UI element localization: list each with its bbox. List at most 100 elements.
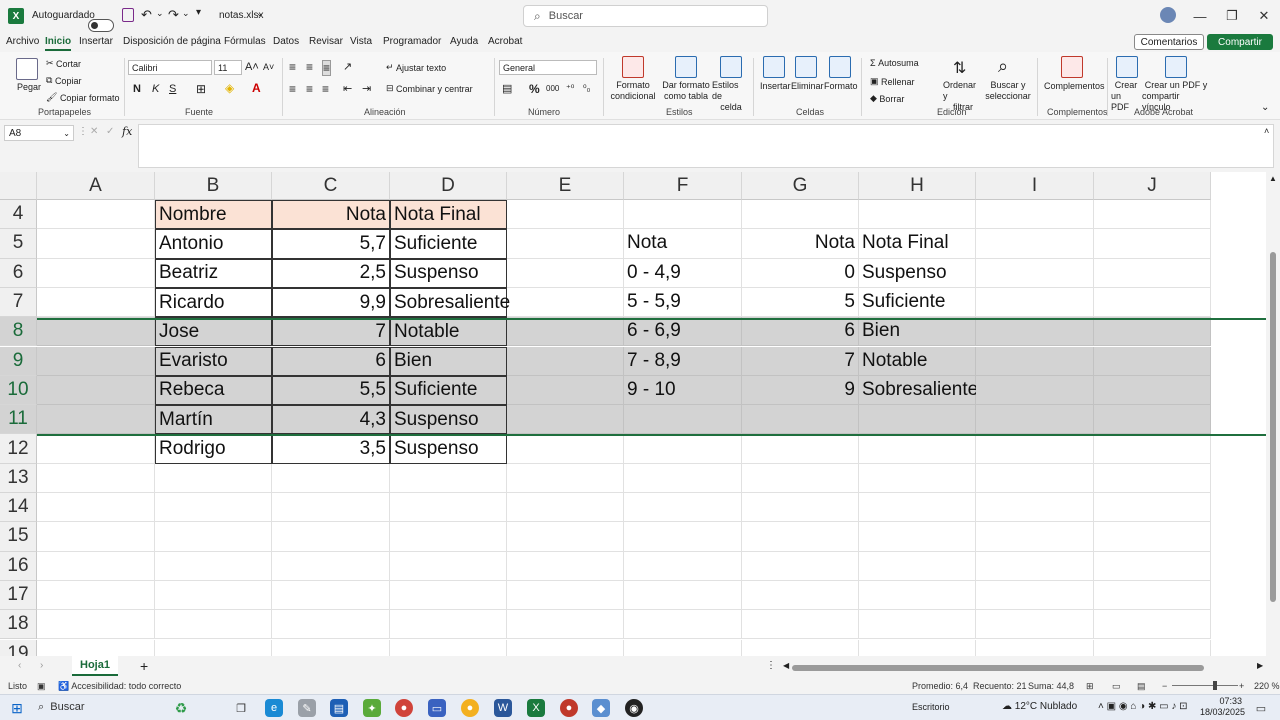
column-header-b[interactable]: B bbox=[155, 172, 272, 200]
cell-a14[interactable] bbox=[37, 493, 155, 523]
cell-b17[interactable] bbox=[155, 580, 272, 611]
cell-styles-icon[interactable] bbox=[720, 56, 742, 78]
format-as-table-icon[interactable] bbox=[675, 56, 697, 78]
clear-button[interactable]: ◆ Borrar bbox=[870, 93, 904, 104]
thousands-button[interactable]: 000 bbox=[546, 84, 559, 93]
cell-j12[interactable] bbox=[1094, 434, 1211, 464]
zoom-slider[interactable] bbox=[1172, 685, 1238, 686]
cell-i13[interactable] bbox=[976, 463, 1094, 493]
cell-b11[interactable]: Martín bbox=[155, 405, 272, 435]
cell-b16[interactable] bbox=[155, 551, 272, 581]
cell-b13[interactable] bbox=[155, 463, 272, 493]
cell-d16[interactable] bbox=[390, 551, 507, 581]
share-button[interactable]: Compartir bbox=[1207, 34, 1273, 50]
increase-decimal-icon[interactable]: ⁺⁰ bbox=[566, 83, 574, 94]
format-cells-icon[interactable] bbox=[829, 56, 851, 78]
row-header-4[interactable]: 4 bbox=[0, 200, 37, 230]
cell-c11[interactable]: 4,3 bbox=[272, 405, 390, 435]
cell-f4[interactable] bbox=[624, 200, 742, 230]
cell-b4[interactable]: Nombre bbox=[155, 200, 272, 230]
app-icon-3[interactable]: ▭ bbox=[428, 699, 446, 717]
recycle-icon[interactable]: ♻ bbox=[172, 699, 190, 717]
task-view-icon[interactable]: ❐ bbox=[232, 699, 250, 717]
zoom-slider-thumb[interactable] bbox=[1213, 681, 1217, 690]
save-icon[interactable] bbox=[122, 8, 134, 22]
cell-f6[interactable]: 0 - 4,9 bbox=[624, 258, 742, 288]
row-header-17[interactable]: 17 bbox=[0, 580, 37, 611]
cell-b9[interactable]: Evaristo bbox=[155, 346, 272, 376]
cell-a11[interactable] bbox=[37, 405, 155, 435]
cell-c14[interactable] bbox=[272, 493, 390, 523]
cell-g5[interactable]: Nota bbox=[742, 229, 859, 259]
app-icon-2[interactable]: ✦ bbox=[363, 699, 381, 717]
cell-h14[interactable] bbox=[859, 493, 976, 523]
word-icon[interactable]: W bbox=[494, 699, 512, 717]
formula-input[interactable] bbox=[138, 124, 1274, 168]
cell-j10[interactable] bbox=[1094, 375, 1211, 406]
cell-g9[interactable]: 7 bbox=[742, 346, 859, 376]
cell-h6[interactable]: Suspenso bbox=[859, 258, 976, 288]
delete-cells-icon[interactable] bbox=[795, 56, 817, 78]
cell-a19[interactable] bbox=[37, 639, 155, 656]
page-layout-icon[interactable]: ▭ bbox=[1112, 681, 1121, 692]
cell-c5[interactable]: 5,7 bbox=[272, 229, 390, 259]
row-header-7[interactable]: 7 bbox=[0, 287, 37, 318]
cell-e6[interactable] bbox=[507, 258, 624, 288]
chrome-icon-2[interactable]: ● bbox=[560, 699, 578, 717]
cell-g11[interactable] bbox=[742, 405, 859, 435]
cell-b5[interactable]: Antonio bbox=[155, 229, 272, 259]
find-icon[interactable]: ⌕ bbox=[998, 56, 1008, 77]
cell-e12[interactable] bbox=[507, 434, 624, 464]
cell-c10[interactable]: 5,5 bbox=[272, 375, 390, 406]
cell-c15[interactable] bbox=[272, 522, 390, 552]
cell-c6[interactable]: 2,5 bbox=[272, 258, 390, 288]
align-right-icon[interactable]: ≡ bbox=[322, 82, 329, 96]
insert-cells-icon[interactable] bbox=[763, 56, 785, 78]
cell-f5[interactable]: Nota bbox=[624, 229, 742, 259]
enter-icon[interactable]: ✓ bbox=[106, 126, 114, 137]
windows-start-icon[interactable]: ⊞ bbox=[8, 699, 26, 717]
redo-dropdown-icon[interactable]: ⌄ bbox=[182, 8, 190, 19]
more-options-icon[interactable]: ⋮ bbox=[78, 126, 88, 137]
tray-icons[interactable]: ˄ ▣ ◉ ⌂ ◑ ✱ ▭ ♪ ⊡ bbox=[1098, 701, 1188, 712]
filename-dropdown-icon[interactable]: ⌄ bbox=[256, 8, 264, 19]
cell-d10[interactable]: Suficiente bbox=[390, 375, 507, 406]
cell-c13[interactable] bbox=[272, 463, 390, 493]
horizontal-scroll-thumb[interactable] bbox=[792, 665, 1204, 671]
scroll-left-icon[interactable]: ◀ bbox=[783, 661, 789, 670]
row-header-6[interactable]: 6 bbox=[0, 258, 37, 288]
cell-f18[interactable] bbox=[624, 610, 742, 640]
increase-font-icon[interactable]: A˄ bbox=[245, 61, 259, 73]
cell-i12[interactable] bbox=[976, 434, 1094, 464]
cell-g15[interactable] bbox=[742, 522, 859, 552]
cell-h5[interactable]: Nota Final bbox=[859, 229, 976, 259]
cell-e4[interactable] bbox=[507, 200, 624, 230]
cell-f9[interactable]: 7 - 8,9 bbox=[624, 346, 742, 376]
zoom-level[interactable]: 220 % bbox=[1254, 681, 1280, 691]
cell-a10[interactable] bbox=[37, 375, 155, 406]
row-header-18[interactable]: 18 bbox=[0, 610, 37, 640]
close-icon[interactable]: ✕ bbox=[1248, 0, 1280, 32]
cell-h17[interactable] bbox=[859, 580, 976, 611]
cell-d14[interactable] bbox=[390, 493, 507, 523]
cell-g7[interactable]: 5 bbox=[742, 287, 859, 318]
cell-e7[interactable] bbox=[507, 287, 624, 318]
cell-h19[interactable] bbox=[859, 639, 976, 656]
create-pdf-share-icon[interactable] bbox=[1165, 56, 1187, 78]
cell-j19[interactable] bbox=[1094, 639, 1211, 656]
next-sheet-icon[interactable]: › bbox=[40, 660, 43, 671]
cell-j17[interactable] bbox=[1094, 580, 1211, 611]
format-as-table-button[interactable]: Dar formato como tabla bbox=[660, 80, 712, 102]
select-all-corner[interactable] bbox=[0, 172, 37, 200]
cell-g8[interactable]: 6 bbox=[742, 317, 859, 347]
cell-j6[interactable] bbox=[1094, 258, 1211, 288]
conditional-format-icon[interactable] bbox=[622, 56, 644, 78]
macro-record-icon[interactable]: ▣ bbox=[37, 681, 46, 692]
app-icon[interactable]: ✎ bbox=[298, 699, 316, 717]
cell-g4[interactable] bbox=[742, 200, 859, 230]
cell-c9[interactable]: 6 bbox=[272, 346, 390, 376]
cell-f11[interactable] bbox=[624, 405, 742, 435]
scroll-right-icon[interactable]: ▶ bbox=[1257, 661, 1263, 670]
tab-revisar[interactable]: Revisar bbox=[309, 36, 343, 47]
cell-j5[interactable] bbox=[1094, 229, 1211, 259]
